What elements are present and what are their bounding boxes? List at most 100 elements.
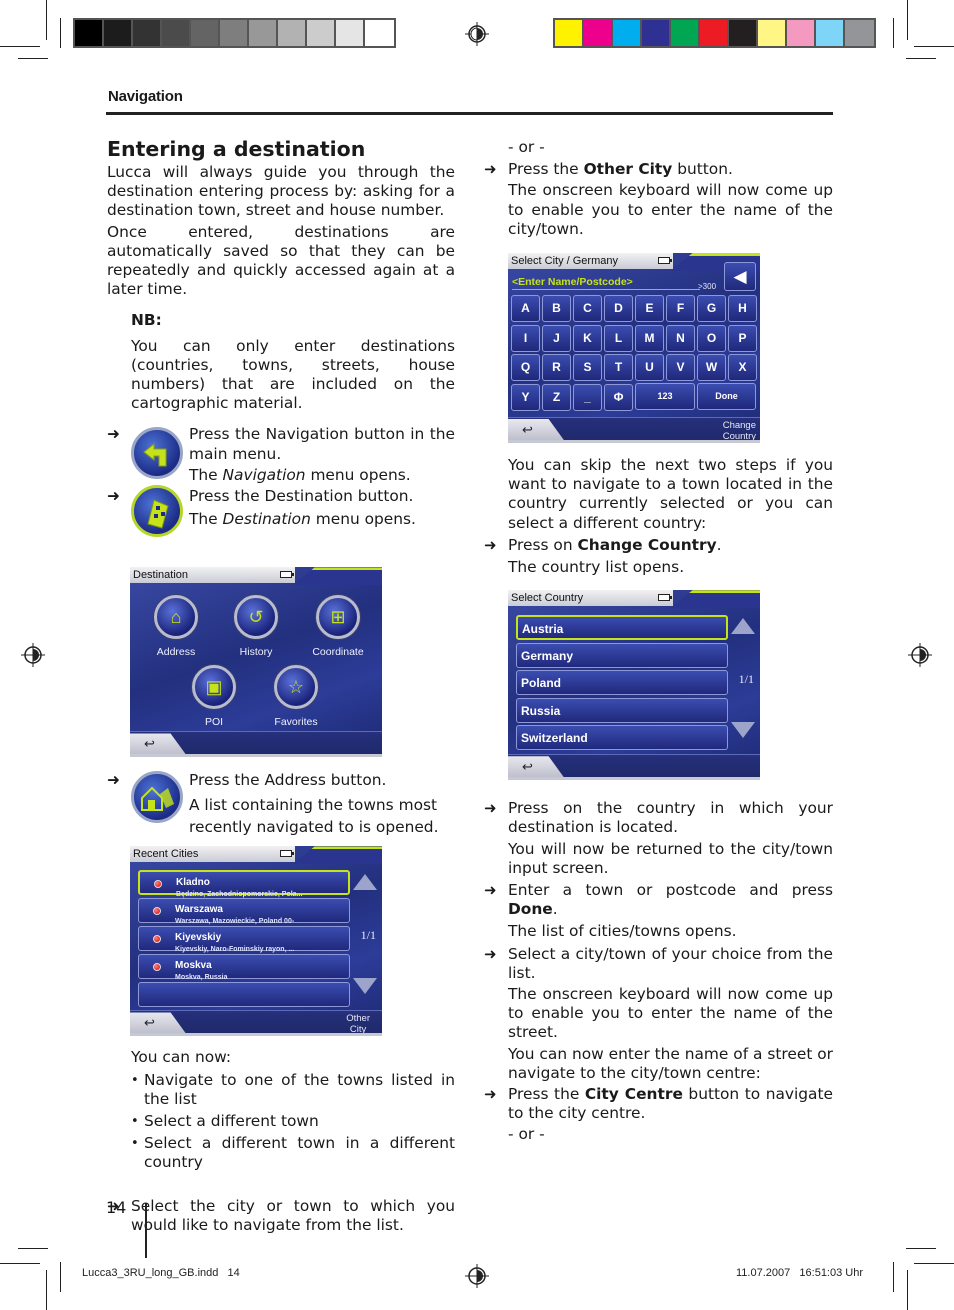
button-label: Other: [346, 1013, 370, 1025]
color-swatch: [555, 20, 584, 46]
options-block: You can now:: [107, 1048, 455, 1067]
key-w[interactable]: W: [697, 354, 726, 382]
country-row[interactable]: Germany: [516, 643, 728, 669]
text: button.: [672, 160, 733, 179]
nb-title: NB:: [131, 311, 162, 330]
backspace-button[interactable]: ◀: [724, 262, 756, 292]
key-j[interactable]: J: [542, 324, 571, 352]
city-row[interactable]: Moskva Moskva, Russia: [138, 954, 350, 981]
house-flag-icon: ⌂: [154, 595, 198, 640]
page-number: 14: [106, 1198, 127, 1217]
key-m[interactable]: M: [635, 324, 664, 352]
key-d[interactable]: D: [604, 295, 633, 323]
text: The: [189, 509, 223, 528]
key-v[interactable]: V: [666, 354, 695, 382]
crop-mark: [46, 0, 47, 40]
key-b[interactable]: B: [542, 295, 571, 323]
destination-button-icon: [131, 485, 183, 538]
button-name: Change Country: [577, 535, 717, 554]
crop-mark: [907, 0, 908, 40]
key-q[interactable]: Q: [511, 354, 540, 382]
city-row[interactable]: Kladno Będzino, Zachodniopomorskie, Pola.…: [138, 870, 350, 898]
coordinate-button[interactable]: ⊞ Coordinate: [298, 595, 378, 662]
key-o[interactable]: O: [697, 324, 726, 352]
country-name: Austria: [522, 622, 564, 637]
scroll-down-icon[interactable]: [353, 978, 377, 995]
scroll-up-icon[interactable]: [731, 618, 755, 635]
color-swatch: [642, 20, 671, 46]
key-y[interactable]: Y: [511, 383, 540, 411]
key-h[interactable]: H: [728, 295, 757, 323]
text: .: [716, 535, 722, 554]
arrow-icon: ➜: [107, 425, 120, 444]
key-k[interactable]: K: [573, 324, 602, 352]
right-column: - or - ➜ Press the Other City button. Th…: [484, 136, 833, 1145]
crop-mark: [906, 1248, 936, 1249]
crop-mark: [907, 1270, 908, 1310]
bottom-gloss: [130, 1033, 382, 1037]
key-u[interactable]: U: [635, 354, 664, 382]
step-result: You will now be returned to the city/tow…: [508, 839, 833, 877]
select-country-screenshot: Select Country Austria Germany Poland Ru…: [508, 590, 760, 781]
intro-paragraph: Lucca will always guide you through the …: [107, 163, 455, 220]
step-destination: ➜ Press the Destination button. The Dest…: [107, 485, 455, 542]
title-swoosh: [292, 846, 382, 865]
poi-button[interactable]: ▣ POI: [174, 665, 254, 732]
key-n[interactable]: N: [666, 324, 695, 352]
key-t[interactable]: T: [604, 354, 633, 382]
bottom-gloss: [508, 440, 760, 444]
page-indicator: 1/1: [738, 672, 754, 687]
empty-city-row[interactable]: [138, 982, 350, 1008]
city-name-input[interactable]: <Enter Name/Postcode>: [512, 273, 700, 291]
done-button[interactable]: Done: [697, 383, 756, 411]
step-city-centre: ➜ Press the City Centre button to naviga…: [484, 1085, 833, 1123]
text: menu opens.: [310, 509, 416, 528]
back-arrow-icon: ↩: [522, 422, 533, 438]
street-keyboard-note: The onscreen keyboard will now come up t…: [508, 985, 833, 1042]
address-button[interactable]: ⌂ Address: [136, 595, 216, 662]
key-p[interactable]: P: [728, 324, 757, 352]
key-f[interactable]: F: [666, 295, 695, 323]
key-c[interactable]: C: [573, 295, 602, 323]
key-r[interactable]: R: [542, 354, 571, 382]
crop-mark: [46, 1270, 47, 1310]
favorites-button[interactable]: ☆ Favorites: [256, 665, 336, 732]
key-l[interactable]: L: [604, 324, 633, 352]
change-country-button[interactable]: Change Country: [723, 420, 756, 442]
bottom-gloss: [130, 754, 382, 758]
city-row[interactable]: Warszawa Warszawa, Mazowieckie, Poland 00…: [138, 898, 350, 925]
screen-title-bar: Select Country: [508, 590, 673, 607]
text: menu opens.: [305, 465, 411, 484]
country-name: Germany: [521, 649, 574, 664]
step-text: Press the Address button.: [189, 771, 387, 790]
color-swatch: [584, 20, 613, 46]
step-result: A list containing the towns most recentl…: [189, 795, 439, 836]
text: Press on: [508, 535, 578, 554]
keyboard-note: The onscreen keyboard will now come up t…: [508, 181, 833, 238]
scroll-down-icon[interactable]: [731, 722, 755, 739]
other-city-button[interactable]: Other City: [346, 1013, 370, 1035]
page-indicator: 1/1: [360, 928, 376, 943]
key-x[interactable]: X: [728, 354, 757, 382]
country-row[interactable]: Switzerland: [516, 725, 728, 751]
city-row[interactable]: Kiyevskiy Kiyevskiy, Naro-Fominskiy rayon…: [138, 926, 350, 953]
country-row[interactable]: Austria: [516, 615, 728, 641]
history-button[interactable]: ↺ History: [216, 595, 296, 662]
color-swatch: [336, 20, 365, 46]
key-i[interactable]: I: [511, 324, 540, 352]
key-z[interactable]: Z: [542, 383, 571, 411]
key-space[interactable]: _: [573, 383, 602, 411]
registration-target-icon: [465, 22, 489, 46]
key-special-chars[interactable]: Φ: [604, 383, 633, 411]
country-row[interactable]: Poland: [516, 670, 728, 696]
key-e[interactable]: E: [635, 295, 664, 323]
key-g[interactable]: G: [697, 295, 726, 323]
title-swoosh: [292, 567, 382, 586]
country-row[interactable]: Russia: [516, 698, 728, 724]
key-123[interactable]: 123: [635, 383, 695, 411]
option-item: Navigate to one of the towns listed in t…: [131, 1071, 455, 1109]
key-s[interactable]: S: [573, 354, 602, 382]
scroll-up-icon[interactable]: [353, 874, 377, 891]
key-a[interactable]: A: [511, 295, 540, 323]
battery-icon: [280, 850, 294, 858]
